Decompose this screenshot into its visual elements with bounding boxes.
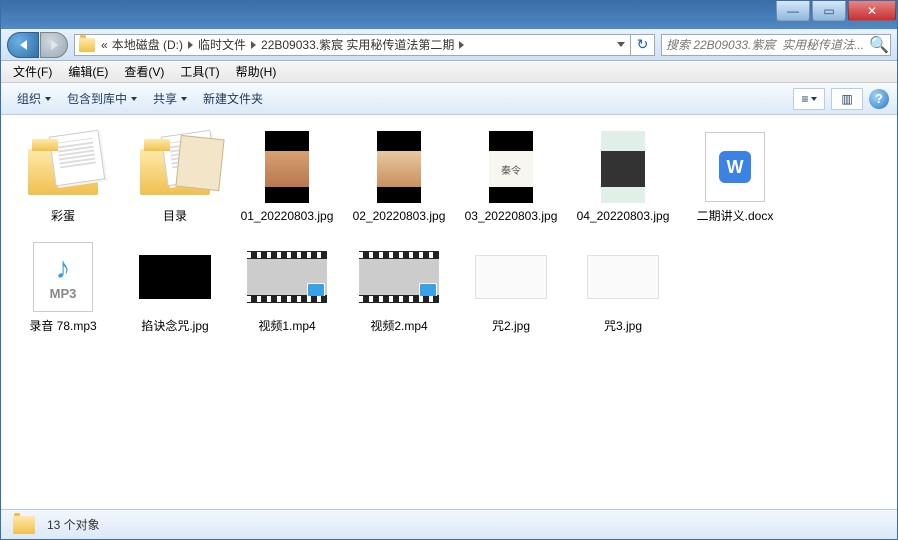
file-item[interactable]: 视频1.mp4: [231, 237, 343, 335]
organize-label: 组织: [17, 90, 41, 107]
status-bar: 13 个对象: [1, 509, 897, 539]
video-thumb: [247, 237, 327, 317]
status-count: 13 个对象: [47, 516, 100, 533]
img-thumb: [247, 127, 327, 207]
file-item[interactable]: 02_20220803.jpg: [343, 127, 455, 225]
file-name: 02_20220803.jpg: [353, 209, 446, 225]
breadcrumb-item[interactable]: 本地磁盘 (D:): [110, 36, 185, 53]
folder-icon: [13, 516, 35, 534]
smjpg-thumb: [135, 237, 215, 317]
explorer-window: ― ▭ ✕ « 本地磁盘 (D:) 临时文件 22B09033.紫宸 实用秘传道…: [0, 0, 898, 540]
address-dropdown[interactable]: [612, 42, 630, 47]
include-button[interactable]: 包含到库中: [59, 87, 145, 110]
menubar: 文件(F) 编辑(E) 查看(V) 工具(T) 帮助(H): [1, 61, 897, 83]
search-input[interactable]: [662, 38, 868, 52]
file-name: 目录: [163, 209, 187, 225]
file-item[interactable]: 咒2.jpg: [455, 237, 567, 335]
img-thumb: [583, 127, 663, 207]
chevron-right-icon: [459, 41, 464, 49]
file-name: 视频1.mp4: [258, 319, 315, 335]
file-name: 录音 78.mp3: [29, 319, 96, 335]
chevron-down-icon: [811, 97, 817, 101]
file-item[interactable]: 03_20220803.jpg: [455, 127, 567, 225]
help-button[interactable]: ?: [869, 89, 889, 109]
chevron-right-icon: [251, 41, 256, 49]
file-item[interactable]: ♪MP3 录音 78.mp3: [7, 237, 119, 335]
mp3-thumb: ♪MP3: [23, 237, 103, 317]
menu-help[interactable]: 帮助(H): [228, 61, 285, 82]
search-icon[interactable]: 🔍: [868, 35, 890, 55]
menu-tools[interactable]: 工具(T): [172, 61, 227, 82]
nav-back-button[interactable]: [7, 32, 39, 58]
share-label: 共享: [153, 90, 177, 107]
file-name: 咒3.jpg: [604, 319, 642, 335]
chevron-right-icon: [188, 41, 193, 49]
folder-icon: [79, 38, 95, 52]
file-name: 彩蛋: [51, 209, 75, 225]
menu-view[interactable]: 查看(V): [116, 61, 172, 82]
chevron-down-icon: [45, 97, 51, 101]
file-list[interactable]: 彩蛋 目录 01_20220803.jpg 02_20220803.jpg 03_202…: [1, 115, 897, 509]
view-options-button[interactable]: ≡: [793, 88, 825, 110]
maximize-button[interactable]: ▭: [812, 1, 846, 21]
file-item[interactable]: 04_20220803.jpg: [567, 127, 679, 225]
chevron-down-icon: [131, 97, 137, 101]
file-name: 视频2.mp4: [370, 319, 427, 335]
chevron-down-icon: [181, 97, 187, 101]
file-item[interactable]: 彩蛋: [7, 127, 119, 225]
folder-thumb: [23, 127, 103, 207]
address-bar[interactable]: « 本地磁盘 (D:) 临时文件 22B09033.紫宸 实用秘传道法第二期: [74, 34, 631, 56]
titlebar: ― ▭ ✕: [1, 1, 897, 29]
chevron-down-icon: [617, 42, 625, 47]
file-item[interactable]: W 二期讲义.docx: [679, 127, 791, 225]
file-item[interactable]: 咒3.jpg: [567, 237, 679, 335]
file-item[interactable]: 掐诀念咒.jpg: [119, 237, 231, 335]
preview-pane-button[interactable]: ▥: [831, 88, 863, 110]
file-name: 04_20220803.jpg: [577, 209, 670, 225]
close-button[interactable]: ✕: [848, 1, 896, 21]
img-thumb: [359, 127, 439, 207]
file-name: 03_20220803.jpg: [465, 209, 558, 225]
arrow-right-icon: [51, 40, 58, 50]
file-name: 二期讲义.docx: [697, 209, 774, 225]
smjpg-thumb: [583, 237, 663, 317]
minimize-button[interactable]: ―: [776, 1, 810, 21]
file-name: 掐诀念咒.jpg: [141, 319, 208, 335]
new-folder-label: 新建文件夹: [203, 90, 263, 107]
file-name: 咒2.jpg: [492, 319, 530, 335]
menu-edit[interactable]: 编辑(E): [60, 61, 116, 82]
arrow-left-icon: [20, 40, 27, 50]
include-label: 包含到库中: [67, 90, 127, 107]
menu-file[interactable]: 文件(F): [5, 61, 60, 82]
smjpg-thumb: [471, 237, 551, 317]
refresh-button[interactable]: ↻: [631, 34, 655, 56]
address-row: « 本地磁盘 (D:) 临时文件 22B09033.紫宸 实用秘传道法第二期 ↻…: [1, 29, 897, 61]
toolbar: 组织 包含到库中 共享 新建文件夹 ≡ ▥ ?: [1, 83, 897, 115]
nav-forward-button[interactable]: [40, 32, 68, 58]
share-button[interactable]: 共享: [145, 87, 195, 110]
file-item[interactable]: 目录: [119, 127, 231, 225]
video-thumb: [359, 237, 439, 317]
folder-thumb: [135, 127, 215, 207]
breadcrumb-prefix[interactable]: «: [99, 38, 110, 52]
file-name: 01_20220803.jpg: [241, 209, 334, 225]
breadcrumb-item[interactable]: 临时文件: [196, 36, 248, 53]
file-item[interactable]: 01_20220803.jpg: [231, 127, 343, 225]
img-thumb: [471, 127, 551, 207]
new-folder-button[interactable]: 新建文件夹: [195, 87, 271, 110]
search-box[interactable]: 🔍: [661, 34, 891, 56]
breadcrumb-item[interactable]: 22B09033.紫宸 实用秘传道法第二期: [259, 36, 456, 53]
docx-thumb: W: [695, 127, 775, 207]
file-item[interactable]: 视频2.mp4: [343, 237, 455, 335]
organize-button[interactable]: 组织: [9, 87, 59, 110]
